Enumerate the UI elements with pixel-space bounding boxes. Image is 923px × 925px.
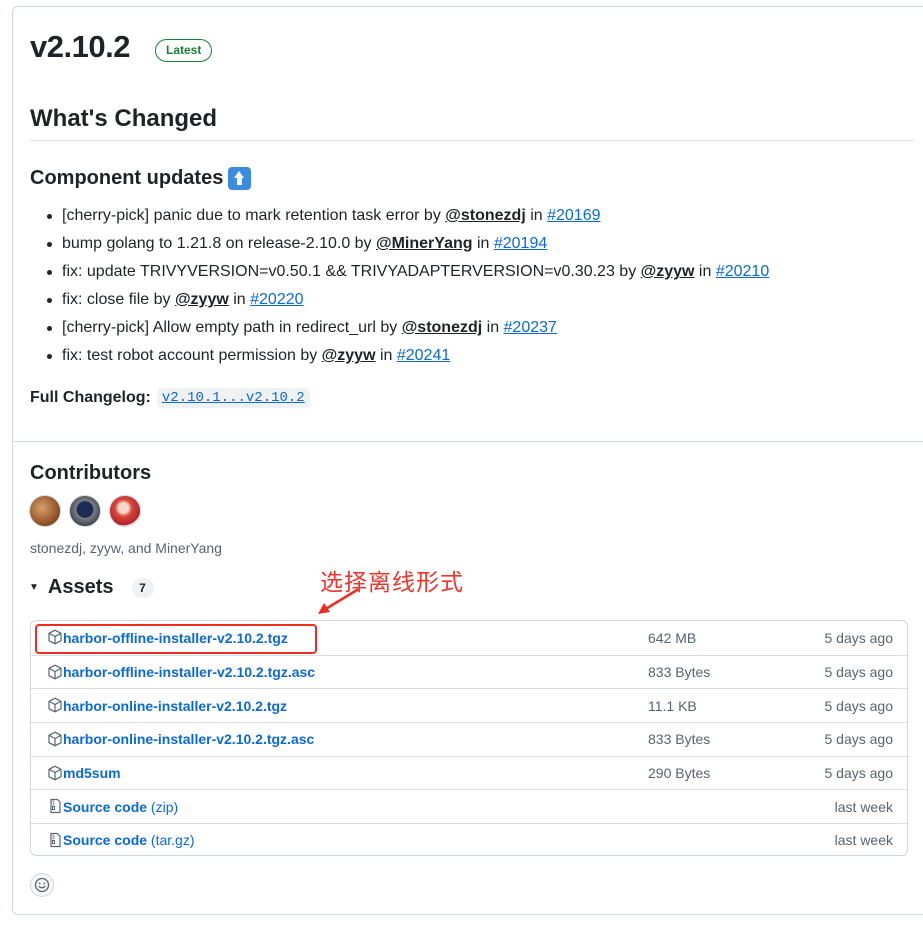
asset-date: last week <box>834 832 893 849</box>
pr-link[interactable]: #20241 <box>397 347 450 364</box>
change-text: fix: test robot account permission by <box>62 347 322 364</box>
pr-link[interactable]: #20194 <box>494 235 547 252</box>
asset-name: Source code <box>63 832 148 849</box>
whats-changed-heading: What's Changed <box>30 105 218 132</box>
asset-date: 5 days ago <box>824 765 894 782</box>
assets-heading: Assets <box>47 576 114 598</box>
list-item: [cherry-pick] Allow empty path in redire… <box>47 318 769 346</box>
avatar[interactable] <box>29 495 61 527</box>
release-version-title[interactable]: v2.10.2 <box>30 29 130 65</box>
in-text: in <box>694 263 716 280</box>
asset-date: 5 days ago <box>824 697 894 714</box>
user-link[interactable]: @zyyw <box>322 347 376 364</box>
asset-row: Source code (tar.gz) last week <box>31 823 907 855</box>
full-changelog-label: Full Changelog: <box>30 389 151 406</box>
pr-link[interactable]: #20220 <box>250 291 303 308</box>
asset-suffix: (zip) <box>147 798 179 815</box>
asset-date: 5 days ago <box>824 664 894 681</box>
package-icon <box>48 697 62 713</box>
change-list: [cherry-pick] panic due to mark retentio… <box>47 206 769 374</box>
asset-link[interactable]: Source code (tar.gz) <box>63 832 195 848</box>
package-icon <box>48 664 62 680</box>
asset-size: 290 Bytes <box>648 765 711 782</box>
user-link[interactable]: @MinerYang <box>376 235 473 252</box>
change-text: fix: close file by <box>62 291 175 308</box>
asset-size: 833 Bytes <box>648 664 711 681</box>
in-text: in <box>472 235 494 252</box>
file-zip-icon <box>50 799 61 814</box>
asset-date: 5 days ago <box>824 731 894 748</box>
change-text: [cherry-pick] panic due to mark retentio… <box>62 207 446 224</box>
asset-link[interactable]: md5sum <box>63 765 121 781</box>
list-item: fix: close file by @zyyw in #20220 <box>47 290 769 318</box>
list-item: bump golang to 1.21.8 on release-2.10.0 … <box>47 234 769 262</box>
asset-size: 11.1 KB <box>648 697 697 714</box>
section-divider <box>13 441 923 442</box>
package-icon <box>48 765 62 781</box>
asset-link[interactable]: harbor-online-installer-v2.10.2.tgz.asc <box>63 731 314 747</box>
smiley-icon <box>34 877 50 893</box>
contributors-heading: Contributors <box>30 462 152 484</box>
asset-row: md5sum 290 Bytes 5 days ago <box>31 755 907 790</box>
asset-name: harbor-online-installer-v2.10.2.tgz.asc <box>63 731 315 748</box>
caret-down-icon: ▼ <box>29 582 39 593</box>
asset-row: harbor-offline-installer-v2.10.2.tgz.asc… <box>31 654 907 689</box>
asset-name: harbor-online-installer-v2.10.2.tgz <box>63 697 288 714</box>
asset-name: md5sum <box>63 765 121 782</box>
asset-name: harbor-offline-installer-v2.10.2.tgz.asc <box>63 664 316 681</box>
avatar[interactable] <box>109 495 141 527</box>
list-item: fix: update TRIVYVERSION=v0.50.1 && TRIV… <box>47 262 769 290</box>
latest-badge: Latest <box>155 39 213 62</box>
file-zip-icon <box>50 833 61 848</box>
asset-date: 5 days ago <box>824 629 894 646</box>
list-item: [cherry-pick] panic due to mark retentio… <box>47 206 769 234</box>
pr-link[interactable]: #20237 <box>504 319 557 336</box>
release-card: v2.10.2 Latest What's Changed Component … <box>12 6 923 915</box>
asset-link[interactable]: harbor-online-installer-v2.10.2.tgz <box>63 698 287 714</box>
full-changelog: Full Changelog: v2.10.1...v2.10.2 <box>30 388 310 408</box>
assets-list: harbor-offline-installer-v2.10.2.tgz 642… <box>30 620 908 856</box>
asset-link[interactable]: Source code (zip) <box>63 799 178 815</box>
user-link[interactable]: @stonezdj <box>402 319 483 336</box>
user-link[interactable]: @zyyw <box>641 263 695 280</box>
pr-link[interactable]: #20169 <box>547 207 600 224</box>
asset-suffix: (tar.gz) <box>147 832 195 849</box>
package-icon <box>48 731 62 747</box>
pr-link[interactable]: #20210 <box>716 263 769 280</box>
asset-row: Source code (zip) last week <box>31 789 907 823</box>
contributors-names: stonezdj, zyyw, and MinerYang <box>30 540 222 556</box>
asset-size: 833 Bytes <box>648 731 711 748</box>
asset-name: Source code <box>63 798 148 815</box>
avatar[interactable] <box>69 495 101 527</box>
add-reaction-button[interactable] <box>30 873 54 897</box>
in-text: in <box>482 319 504 336</box>
change-text: bump golang to 1.21.8 on release-2.10.0 … <box>62 235 376 252</box>
in-text: in <box>375 347 397 364</box>
release-notes-section: v2.10.2 Latest What's Changed Component … <box>13 7 923 442</box>
heading-divider <box>30 140 914 141</box>
in-text: in <box>228 291 251 308</box>
asset-size: 642 MB <box>648 629 697 646</box>
annotation-arrow-icon <box>318 588 359 614</box>
changelog-compare-link[interactable]: v2.10.1...v2.10.2 <box>156 388 310 408</box>
change-text: [cherry-pick] Allow empty path in redire… <box>62 319 402 336</box>
asset-date: last week <box>834 798 893 815</box>
component-updates-heading: Component updates <box>30 167 252 190</box>
component-updates-label: Component updates <box>30 167 224 189</box>
up-arrow-emoji-icon <box>228 167 252 190</box>
user-link[interactable]: @stonezdj <box>445 207 526 224</box>
asset-row: harbor-online-installer-v2.10.2.tgz.asc … <box>31 722 907 756</box>
list-item: fix: test robot account permission by @z… <box>47 346 769 374</box>
change-text: fix: update TRIVYVERSION=v0.50.1 && TRIV… <box>62 263 641 280</box>
user-link[interactable]: @zyyw <box>175 291 229 308</box>
asset-row: harbor-online-installer-v2.10.2.tgz 11.1… <box>31 688 907 722</box>
annotation-highlight-box <box>35 624 317 654</box>
in-text: in <box>525 207 548 224</box>
asset-link[interactable]: harbor-offline-installer-v2.10.2.tgz.asc <box>63 664 315 680</box>
assets-count-badge: 7 <box>131 577 154 598</box>
contributors-avatars <box>29 495 141 527</box>
assets-toggle[interactable]: ▼ Assets 7 <box>29 576 154 599</box>
